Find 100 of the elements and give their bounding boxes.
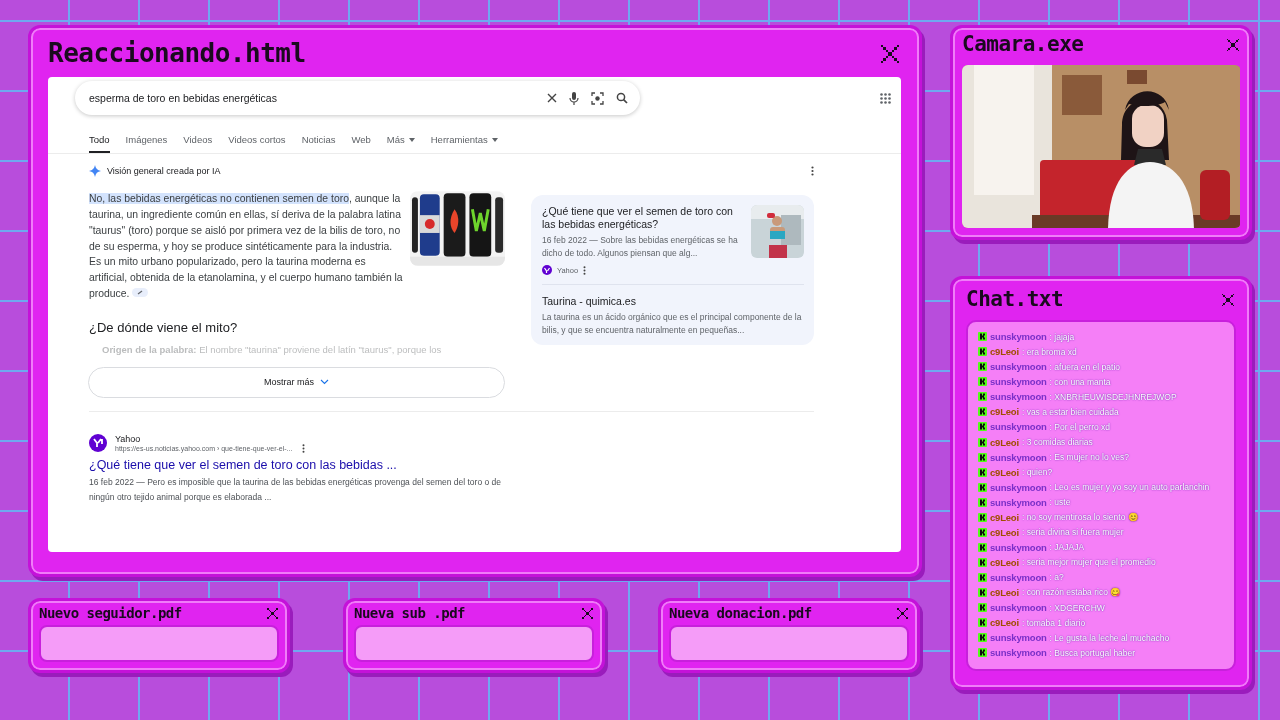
- window-title: Nueva donacion.pdf: [669, 605, 812, 622]
- badge-icon: [978, 437, 987, 447]
- search-tab[interactable]: Imágenes: [125, 134, 168, 154]
- ai-overview-label: Visión general creada por IA: [107, 166, 221, 177]
- source-snippet: La taurina es un ácido orgánico que es el principal componente de la bilis, y que se encuentra naturalmente en pequeñas...: [542, 311, 803, 338]
- close-icon[interactable]: [1225, 36, 1241, 53]
- close-icon[interactable]: [1220, 291, 1236, 308]
- badge-icon: [978, 377, 987, 387]
- chat-username: c9Leoi: [990, 617, 1019, 629]
- search-tab[interactable]: Noticias: [301, 134, 336, 154]
- search-tab[interactable]: Videos: [183, 134, 213, 154]
- search-tab[interactable]: Herramientas: [430, 134, 498, 154]
- chat-username: c9Leoi: [990, 526, 1019, 538]
- close-icon[interactable]: [547, 93, 557, 104]
- section-heading: ¿De dónde viene el mito?: [89, 319, 239, 335]
- apps-grid-icon[interactable]: [880, 92, 891, 104]
- site-logo-icon: [89, 434, 107, 453]
- window-title: Nueva sub .pdf: [354, 605, 465, 622]
- search-tab[interactable]: Más: [386, 134, 415, 154]
- chat-username: sunskymoon: [990, 391, 1047, 403]
- chat-message: : no soy mentirosa lo siento 😊: [1021, 512, 1139, 523]
- badge-icon: [978, 542, 987, 552]
- site-logo-icon: [542, 265, 552, 276]
- close-icon[interactable]: [266, 606, 279, 620]
- camera-icon[interactable]: [591, 91, 604, 105]
- badge-icon: [978, 422, 987, 432]
- show-more-button[interactable]: Mostrar más: [88, 366, 505, 398]
- badge-icon: [978, 572, 987, 582]
- result-title-link[interactable]: ¿Qué tiene que ver el semen de toro con las bebidas ...: [89, 457, 901, 472]
- source-title[interactable]: Taurina - quimica.es: [542, 295, 804, 309]
- more-icon[interactable]: [302, 443, 306, 453]
- chat-username: c9Leoi: [990, 346, 1019, 358]
- badge-icon: [978, 482, 987, 492]
- more-icon[interactable]: [583, 265, 587, 275]
- search-field[interactable]: esperma de toro en bebidas energéticas: [75, 81, 640, 116]
- badge-icon: [978, 618, 987, 628]
- chat-message: : vas a estar bien cuidada: [1021, 406, 1119, 417]
- chat-message: : quien?: [1021, 467, 1053, 478]
- close-icon[interactable]: [581, 606, 594, 620]
- source-snippet: 16 feb 2022 — Sobre las bebidas energéticas se ha dicho de todo. Algunos piensan que alg...: [542, 234, 739, 261]
- chat-message: : Le gusta la leche al muchacho: [1049, 632, 1170, 643]
- search-icon[interactable]: [616, 92, 628, 105]
- badge-icon: [978, 467, 987, 477]
- chevron-down-icon: [320, 379, 329, 386]
- chat-username: sunskymoon: [990, 361, 1047, 373]
- chat-username: sunskymoon: [990, 481, 1047, 493]
- microphone-icon[interactable]: [569, 91, 579, 105]
- chat-message: : tomaba 1 diario: [1021, 617, 1086, 628]
- chat-username: sunskymoon: [990, 331, 1047, 343]
- chat-username: sunskymoon: [990, 541, 1047, 553]
- badge-icon: [978, 362, 987, 372]
- chat-username: sunskymoon: [990, 632, 1047, 644]
- chat-message: : afuera en el patio: [1049, 361, 1121, 372]
- source-title[interactable]: ¿Qué tiene que ver el semen de toro con las bebidas energéticas?: [542, 205, 741, 232]
- search-tab[interactable]: Web: [351, 134, 371, 154]
- close-icon[interactable]: [896, 606, 909, 620]
- chat-message: : 3 comidas diarias: [1021, 437, 1093, 447]
- badge-icon: [978, 648, 987, 658]
- chat-message: : Es mujer no lo ves?: [1049, 452, 1129, 463]
- result-site: Yahoo: [115, 433, 142, 444]
- chat-message: : Busca portugal haber: [1049, 647, 1136, 658]
- window-title: Chat.txt: [966, 287, 1064, 313]
- chat-username: sunskymoon: [990, 602, 1047, 614]
- badge-icon: [978, 633, 987, 643]
- badge-icon: [978, 603, 987, 613]
- sparkle-icon: [89, 165, 101, 178]
- chat-username: c9Leoi: [990, 466, 1019, 478]
- badge-icon: [978, 588, 987, 597]
- chat-username: sunskymoon: [990, 571, 1047, 583]
- badge-icon: [978, 497, 987, 507]
- more-icon[interactable]: [811, 166, 814, 177]
- search-tab[interactable]: Videos cortos: [228, 134, 286, 154]
- window-title: Nuevo seguidor.pdf: [39, 605, 182, 622]
- badge-icon: [978, 527, 987, 537]
- chat-username: c9Leoi: [990, 436, 1019, 448]
- badge-icon: [978, 407, 987, 417]
- chat-message: : Leo es mujer y yo soy un auto parlanchin: [1049, 482, 1210, 493]
- chat-username: c9Leoi: [990, 556, 1019, 568]
- chat-message: : seria divina si fuera mujer: [1021, 527, 1124, 538]
- chat-username: c9Leoi: [990, 587, 1019, 598]
- chat-message: : con una manta: [1049, 376, 1111, 387]
- chat-username: sunskymoon: [990, 421, 1047, 433]
- chat-message: : XDGERCHW: [1049, 602, 1105, 613]
- chat-message: : uste: [1049, 497, 1071, 508]
- badge-icon: [978, 332, 987, 342]
- caret-icon: [408, 137, 415, 142]
- window-title: Reaccionando.html: [48, 38, 306, 70]
- chat-message: : seria mejor mujer que el promedio: [1021, 557, 1156, 568]
- search-tab[interactable]: Todo: [89, 134, 110, 154]
- chat-username: sunskymoon: [990, 376, 1047, 388]
- chat-message: : JAJAJA: [1049, 542, 1085, 553]
- close-icon[interactable]: [879, 42, 901, 65]
- chat-message: : XNBRHEUWISDEJHNREJWOP: [1049, 391, 1177, 402]
- chat-username: c9Leoi: [990, 511, 1019, 523]
- link-icon[interactable]: [132, 287, 149, 297]
- badge-icon: [978, 392, 987, 402]
- chat-username: c9Leoi: [990, 406, 1019, 418]
- badge-icon: [978, 557, 987, 567]
- badge-icon: [978, 347, 987, 357]
- ai-overview-text: No, las bebidas energéticas no contienen semen de toro, aunque la taurina, un ingrediente común en ellas, sí deriva de la palabra latina "taurus" (toro) porque se aisló por primera vez de la bilis de toro, no de su esperma, y hoy se produce sintéticamente para la industria. Es un mito urbano popularizado, pero la taurina moderna es artificial, obtenida de la etanolamina, y el cuerpo humano también la produce.: [89, 192, 404, 301]
